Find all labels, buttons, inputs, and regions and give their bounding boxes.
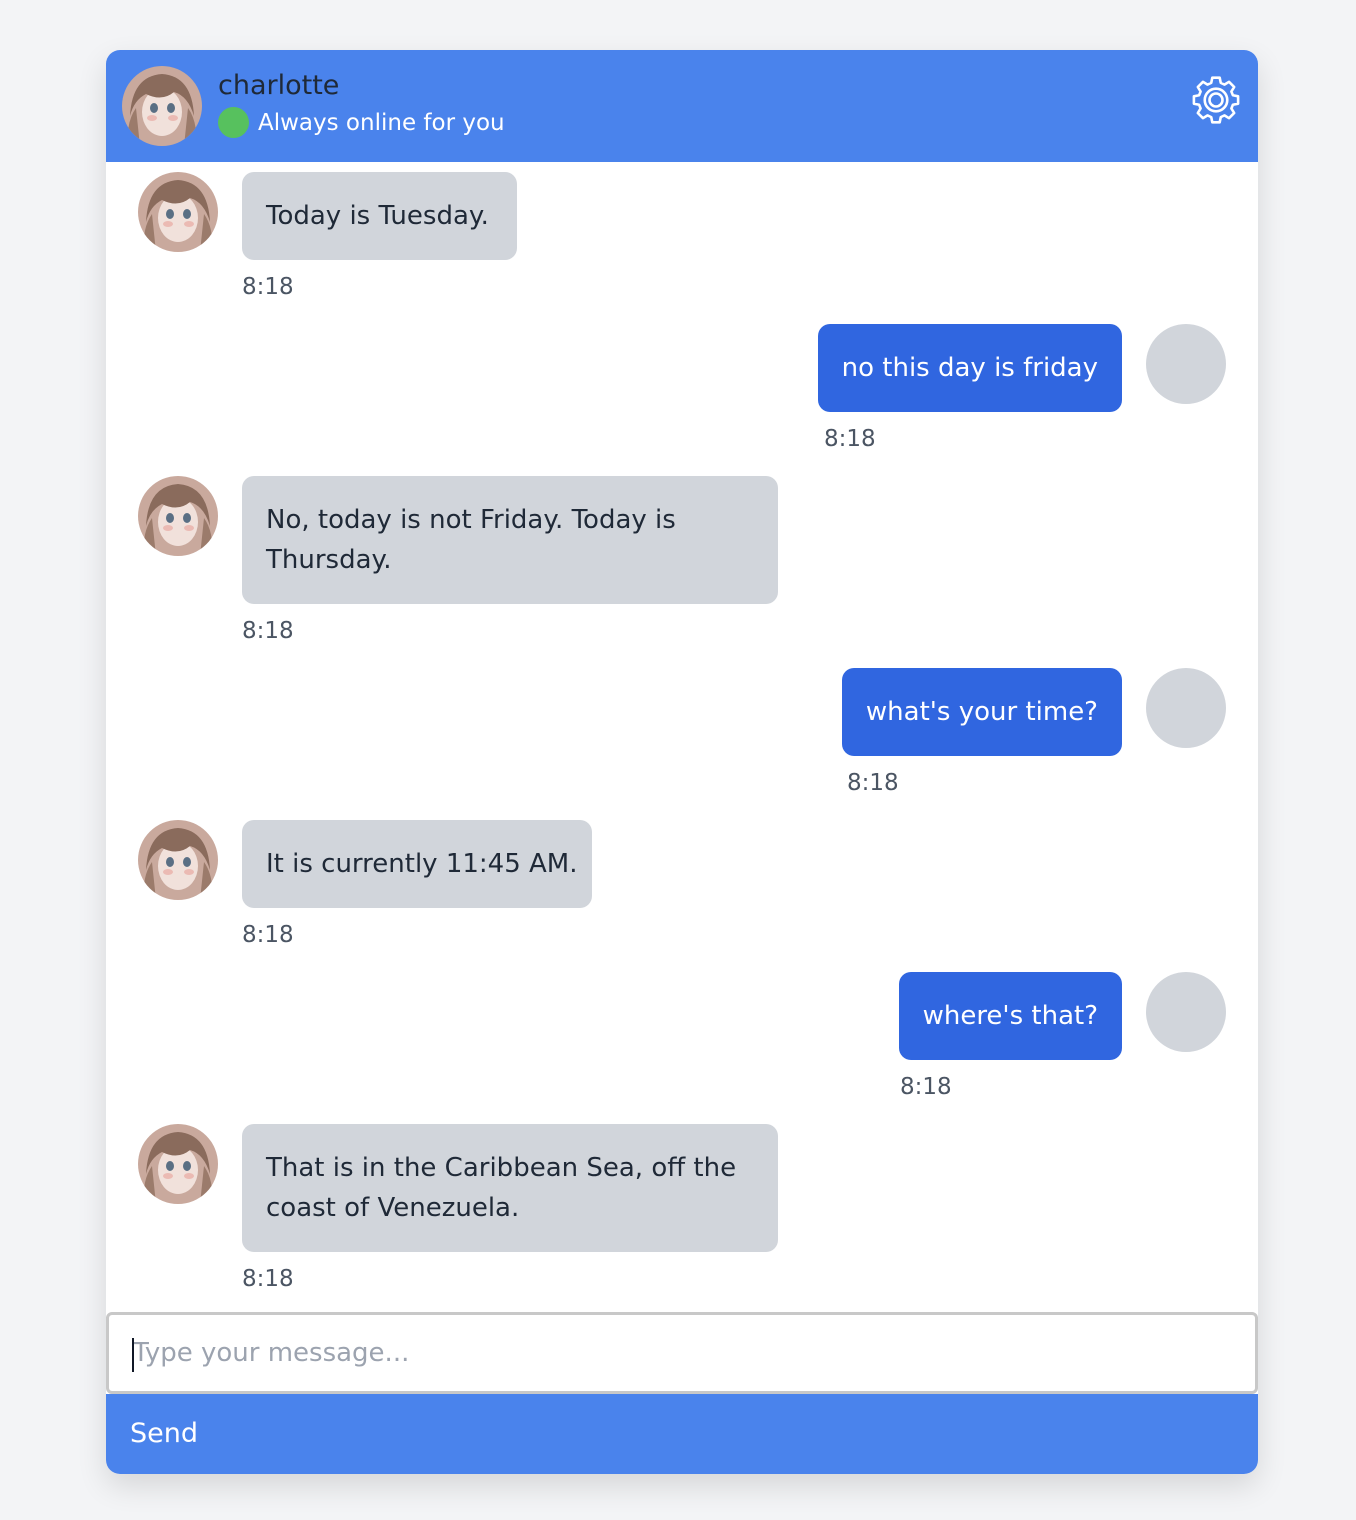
message-bubble-user: what's your time?	[841, 668, 1122, 756]
composer	[106, 1312, 1258, 1394]
bot-avatar	[138, 1124, 218, 1204]
bot-avatar	[138, 476, 218, 556]
text-caret	[132, 1338, 134, 1372]
send-button[interactable]: Send	[106, 1394, 1258, 1474]
message-time: 8:18	[847, 770, 899, 796]
user-avatar	[1146, 668, 1226, 748]
user-avatar	[1146, 324, 1226, 404]
message-time: 8:18	[824, 426, 876, 452]
message-time: 8:18	[900, 1074, 952, 1100]
chat-header: charlotte Always online for you	[106, 50, 1258, 162]
user-avatar	[1146, 972, 1226, 1052]
bot-avatar	[122, 66, 202, 146]
status-dot-icon	[218, 107, 249, 138]
gear-icon	[1192, 76, 1240, 124]
message-bubble-user: where's that?	[898, 972, 1122, 1060]
message-time: 8:18	[242, 1266, 294, 1292]
message-list[interactable]: Today is Tuesday. 8:18 no this day is fr…	[106, 162, 1258, 1312]
chat-window: charlotte Always online for you Today is…	[106, 50, 1258, 1474]
message-time: 8:18	[242, 922, 294, 948]
bot-name: charlotte	[218, 70, 340, 101]
bot-avatar	[138, 820, 218, 900]
message-bubble-bot: No, today is not Friday. Today is Thursd…	[242, 476, 778, 604]
settings-button[interactable]	[1190, 74, 1242, 126]
message-time: 8:18	[242, 274, 294, 300]
message-bubble-bot: Today is Tuesday.	[242, 172, 517, 260]
message-bubble-bot: It is currently 11:45 AM.	[242, 820, 592, 908]
message-input[interactable]	[129, 1325, 1237, 1381]
message-bubble-bot: That is in the Caribbean Sea, off the co…	[242, 1124, 778, 1252]
bot-avatar	[138, 172, 218, 252]
message-bubble-user: no this day is friday	[817, 324, 1122, 412]
status-text: Always online for you	[258, 110, 505, 136]
message-time: 8:18	[242, 618, 294, 644]
